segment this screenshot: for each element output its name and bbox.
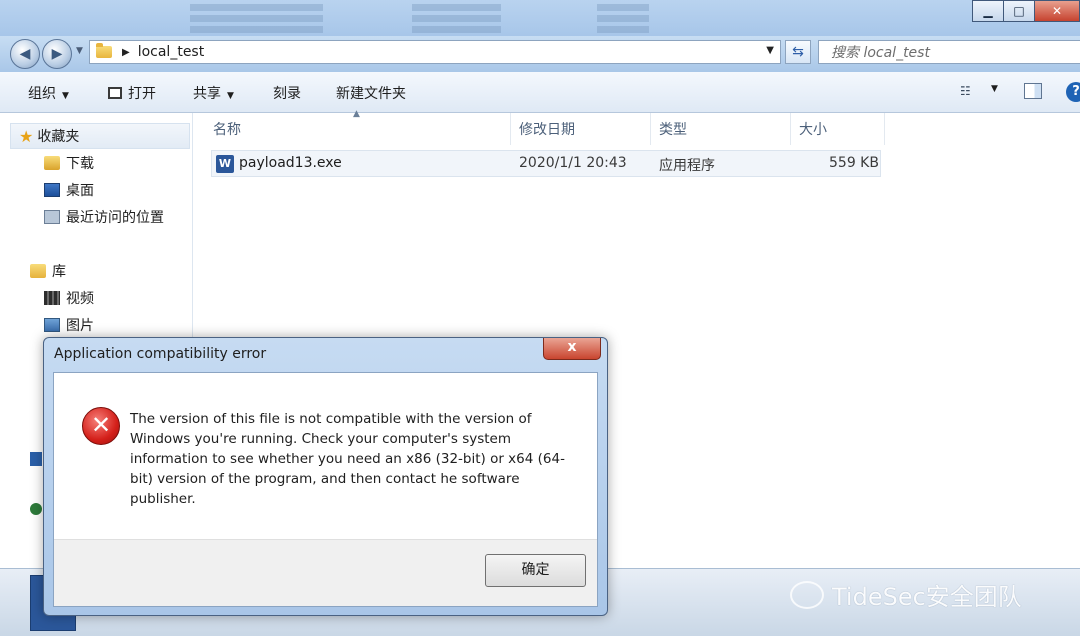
file-modified: 2020/1/1 20:43 (519, 155, 627, 171)
organize-button[interactable]: 组织 ▼ (28, 83, 69, 103)
sidebar-item-label: 库 (52, 264, 66, 280)
preview-pane-icon[interactable] (1024, 83, 1042, 99)
recent-pages-dropdown[interactable]: ▼ (76, 46, 83, 56)
error-icon: ✕ (82, 407, 120, 445)
new-folder-button[interactable]: 新建文件夹 (336, 83, 406, 103)
dialog-footer: 确定 (54, 539, 597, 606)
burn-button[interactable]: 刻录 (273, 83, 301, 103)
wechat-icon (790, 580, 824, 609)
column-header-modified[interactable]: 修改日期 (511, 113, 651, 145)
sidebar-item-libraries[interactable]: 库 (30, 258, 66, 284)
minimize-button[interactable]: ▁ (972, 0, 1004, 22)
share-label: 共享 (193, 86, 221, 102)
view-options-icon[interactable]: ☷ (960, 84, 978, 98)
sidebar-item-label: 图片 (66, 318, 94, 334)
refresh-button[interactable]: ⇆ (785, 40, 811, 64)
column-header-type[interactable]: 类型 (651, 113, 791, 145)
video-icon (44, 291, 60, 305)
computer-icon[interactable] (30, 452, 42, 466)
open-button[interactable]: 打开 (108, 83, 156, 103)
organize-label: 组织 (28, 86, 56, 102)
sidebar-item-label: 收藏夹 (37, 129, 80, 145)
forward-button[interactable]: ▶ (42, 39, 72, 69)
star-icon: ★ (19, 126, 34, 146)
breadcrumb[interactable]: local_test (138, 44, 205, 60)
maximize-button[interactable]: □ (1003, 0, 1035, 22)
watermark-text: TideSec安全团队 (832, 583, 1022, 611)
sidebar-item-pictures[interactable]: 图片 (44, 312, 94, 338)
watermark: TideSec安全团队 (790, 577, 1022, 612)
back-button[interactable]: ◀ (10, 39, 40, 69)
desktop-icon (44, 183, 60, 197)
address-bar[interactable]: ▶ local_test ▼ (89, 40, 781, 64)
libraries-icon (30, 264, 46, 278)
error-dialog: Application compatibility error x ✕ The … (43, 337, 608, 616)
file-name: payload13.exe (239, 155, 342, 171)
address-dropdown-icon[interactable]: ▼ (766, 45, 774, 56)
error-message: The version of this file is not compatib… (130, 411, 565, 507)
open-icon (108, 87, 122, 99)
executable-file-icon: W (216, 155, 234, 173)
column-header-name[interactable]: 名称 (205, 113, 511, 145)
column-header-size[interactable]: 大小 (791, 113, 885, 145)
pictures-icon (44, 318, 60, 332)
dialog-close-button[interactable]: x (543, 338, 601, 360)
recent-places-icon (44, 210, 60, 224)
close-window-button[interactable]: ✕ (1034, 0, 1080, 22)
search-input[interactable]: 搜索 local_test (818, 40, 1080, 64)
sidebar-item-videos[interactable]: 视频 (44, 285, 94, 311)
open-label: 打开 (128, 86, 156, 102)
breadcrumb-arrow-icon[interactable]: ▶ (122, 47, 130, 58)
downloads-folder-icon (44, 156, 60, 170)
sidebar-item-label: 下载 (66, 156, 94, 172)
network-icon[interactable] (30, 503, 42, 515)
search-placeholder: 搜索 local_test (831, 45, 930, 61)
sidebar-item-recent-places[interactable]: 最近访问的位置 (44, 204, 164, 230)
dialog-title: Application compatibility error (54, 346, 267, 362)
window-titlebar: ▁ □ ✕ (0, 0, 1080, 36)
sidebar-item-label: 视频 (66, 291, 94, 307)
navigation-bar: ◀ ▶ ▼ ▶ local_test ▼ ⇆ 搜索 local_test (0, 36, 1080, 72)
help-icon[interactable]: ? (1066, 82, 1080, 102)
folder-icon (96, 43, 112, 58)
file-type: 应用程序 (659, 158, 715, 174)
sidebar-item-favorites[interactable]: ★ 收藏夹 (10, 123, 190, 149)
sidebar-item-label: 最近访问的位置 (66, 210, 164, 226)
window-controls: ▁ □ ✕ (972, 0, 1080, 22)
command-bar: 组织 ▼ 打开 共享 ▼ 刻录 新建文件夹 ☷ ▼ ? (0, 72, 1080, 113)
ok-button[interactable]: 确定 (485, 554, 586, 587)
file-size: 559 KB (829, 155, 879, 171)
share-button[interactable]: 共享 ▼ (193, 83, 234, 103)
sidebar-item-desktop[interactable]: 桌面 (44, 177, 94, 203)
background-window-ghost (190, 0, 930, 34)
dialog-body: ✕ The version of this file is not compat… (53, 372, 598, 607)
sidebar-item-downloads[interactable]: 下载 (44, 150, 94, 176)
sidebar-item-label: 桌面 (66, 183, 94, 199)
view-dropdown-icon[interactable]: ▼ (991, 84, 998, 94)
table-row[interactable]: W payload13.exe 2020/1/1 20:43 应用程序 559 … (211, 150, 881, 177)
